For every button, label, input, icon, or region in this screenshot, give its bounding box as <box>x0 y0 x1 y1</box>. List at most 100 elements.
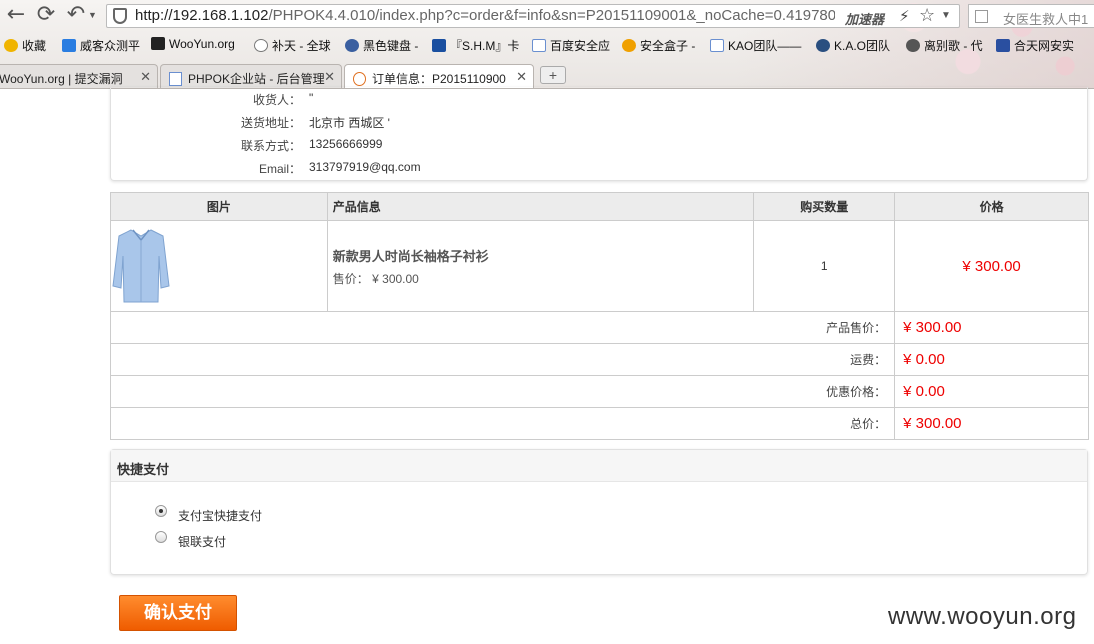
bookmark-label: 安全盒子 - <box>640 39 696 53</box>
url-host: http://192.168.1.102 <box>135 7 269 24</box>
summary-row: 运费： ¥ 0.00 <box>109 343 1089 376</box>
chevron-down-icon[interactable]: ▼ <box>88 10 97 20</box>
bookmark-item[interactable]: 收藏 <box>4 37 46 54</box>
watermark: www.wooyun.org <box>888 603 1077 630</box>
bookmarks-bar: 收藏 威客众测平 WooYun.org 补天 - 全球 黑色键盘 - 『S.H.… <box>0 34 1094 56</box>
bookmark-item[interactable]: KAO团队—— <box>710 37 801 54</box>
bolt-icon[interactable]: ⚡ <box>899 7 910 25</box>
bookmark-label: 收藏 <box>22 39 47 53</box>
payment-box: 快捷支付 支付宝快捷支付 银联支付 <box>110 449 1088 575</box>
bookmark-item[interactable]: 补天 - 全球 <box>254 37 331 54</box>
toolbar: ← ⟳ ↶ ▼ http://192.168.1.102/PHPOK4.4.01… <box>0 2 1094 30</box>
phone-label: 联系方式： <box>240 139 301 153</box>
person-icon <box>906 39 920 52</box>
table-row: 新款男人时尚长袖格子衬衫 售价： ¥ 300.00 1 ¥ 300.00 <box>110 220 1089 312</box>
tab-strip: WooYun.org | 提交漏洞 ✕ PHPOK企业站 - 后台管理 ✕ 订单信息… <box>0 62 1094 88</box>
summary-value: ¥ 0.00 <box>903 383 945 400</box>
bookmark-item[interactable]: 威客众测平 <box>62 37 140 54</box>
search-text[interactable]: 女医生救人中1 <box>1003 9 1088 28</box>
summary-value-cell: ¥ 300.00 <box>894 407 1089 440</box>
quantity-cell: 1 <box>753 220 896 312</box>
bookmark-item[interactable]: 百度安全应 <box>532 37 610 54</box>
alipay-label[interactable]: 支付宝快捷支付 <box>178 507 262 524</box>
bookmark-item[interactable]: 合天网安实 <box>996 37 1074 54</box>
address-label: 送货地址： <box>240 116 301 130</box>
tab-label: WooYun.org | 提交漏洞 <box>0 72 123 86</box>
search-box[interactable]: 女医生救人中1 <box>968 4 1094 28</box>
bookmark-item[interactable]: 『S.H.M』卡 <box>432 37 519 54</box>
new-tab-button[interactable]: + <box>540 66 566 84</box>
butian-icon <box>254 39 268 52</box>
shield-icon <box>996 39 1010 52</box>
bookmark-label: 『S.H.M』卡 <box>450 39 520 53</box>
bookmark-item[interactable]: 离别歌 - 代 <box>906 37 983 54</box>
kao-icon <box>816 39 830 52</box>
email-label: Email： <box>258 162 301 176</box>
bookmark-item[interactable]: 黑色键盘 - <box>345 37 418 54</box>
close-icon[interactable]: ✕ <box>140 69 151 85</box>
column-header: 图片 <box>110 192 328 221</box>
close-icon[interactable]: ✕ <box>324 69 335 85</box>
search-engine-icon <box>975 10 988 23</box>
summary-value: ¥ 300.00 <box>903 415 962 432</box>
address-bar[interactable]: http://192.168.1.102/PHPOK4.4.010/index.… <box>106 4 960 28</box>
summary-row: 总价： ¥ 300.00 <box>109 407 1089 440</box>
summary-value-cell: ¥ 0.00 <box>894 375 1089 408</box>
star-icon <box>4 39 18 52</box>
bookmark-label: 黑色键盘 - <box>363 39 419 53</box>
security-icon <box>113 8 127 24</box>
back-icon[interactable]: ← <box>4 4 28 28</box>
bookmark-label: 威客众测平 <box>80 39 141 53</box>
alipay-radio[interactable] <box>155 505 167 517</box>
bookmark-item[interactable]: 安全盒子 - <box>622 37 695 54</box>
product-name[interactable]: 新款男人时尚长袖格子衬衫 <box>333 246 754 265</box>
close-icon[interactable]: ✕ <box>516 69 527 85</box>
accelerator-button[interactable]: 加速器 <box>845 9 884 28</box>
confirm-pay-button[interactable]: 确认支付 <box>119 595 237 631</box>
bookmark-item[interactable]: K.A.O团队 <box>816 37 890 54</box>
email-value: 313797919@qq.com <box>309 160 421 174</box>
bookmark-label: 百度安全应 <box>550 39 611 53</box>
undo-icon[interactable]: ↶ <box>64 4 88 28</box>
unionpay-radio[interactable] <box>155 531 167 543</box>
page-icon <box>710 39 724 52</box>
receiver-label: 收货人： <box>252 93 301 107</box>
bookmark-label: 离别歌 - 代 <box>924 39 983 53</box>
unionpay-label[interactable]: 银联支付 <box>178 533 226 550</box>
summary-row: 产品售价： ¥ 300.00 <box>109 311 1089 344</box>
tab-phpok-admin[interactable]: PHPOK企业站 - 后台管理 ✕ <box>160 64 342 88</box>
safebox-icon <box>622 39 636 52</box>
bookmark-label: 合天网安实 <box>1014 39 1075 53</box>
reload-icon[interactable]: ⟳ <box>34 4 58 28</box>
bookmark-label: WooYun.org <box>169 37 235 51</box>
wooyun-icon <box>151 37 165 50</box>
tab-order-info[interactable]: 订单信息：P2015110900 ✕ <box>344 64 534 88</box>
column-header: 购买数量 <box>753 192 896 221</box>
price-cell: ¥ 300.00 <box>894 220 1089 312</box>
tab-wooyun[interactable]: WooYun.org | 提交漏洞 ✕ <box>0 64 158 88</box>
browser-chrome: ← ⟳ ↶ ▼ http://192.168.1.102/PHPOK4.4.01… <box>0 0 1094 88</box>
shm-icon <box>432 39 446 52</box>
shirt-image-icon[interactable] <box>111 226 171 304</box>
product-info-cell: 新款男人时尚长袖格子衬衫 售价： ¥ 300.00 <box>326 220 755 312</box>
url-text[interactable]: http://192.168.1.102/PHPOK4.4.010/index.… <box>135 7 835 24</box>
star-icon[interactable]: ☆ <box>919 5 935 26</box>
summary-value: ¥ 0.00 <box>903 351 945 368</box>
tab-label: 订单信息：P2015110900 <box>372 72 506 86</box>
table-header-row: 图片 产品信息 购买数量 价格 <box>110 192 1089 221</box>
page-viewport: 收货人： " 送货地址： 北京市 西城区 ' 联系方式： 13256666999 Em… <box>0 87 1094 644</box>
product-unit-price: 售价： ¥ 300.00 <box>332 271 419 286</box>
summary-value-cell: ¥ 300.00 <box>894 311 1089 344</box>
chevron-down-icon[interactable]: ▼ <box>941 10 951 21</box>
column-header: 产品信息 <box>326 192 755 221</box>
shield-icon <box>62 39 76 52</box>
column-header: 价格 <box>894 192 1089 221</box>
summary-value: ¥ 300.00 <box>903 319 962 336</box>
page-icon <box>169 72 182 86</box>
order-info-box: 收货人： " 送货地址： 北京市 西城区 ' 联系方式： 13256666999 Em… <box>110 87 1088 181</box>
bookmark-item[interactable]: WooYun.org <box>151 37 235 51</box>
address-value: 北京市 西城区 ' <box>309 116 390 130</box>
keyboard-icon <box>345 39 359 52</box>
price-value: ¥ 300.00 <box>962 257 1021 275</box>
phone-value: 13256666999 <box>309 137 383 151</box>
